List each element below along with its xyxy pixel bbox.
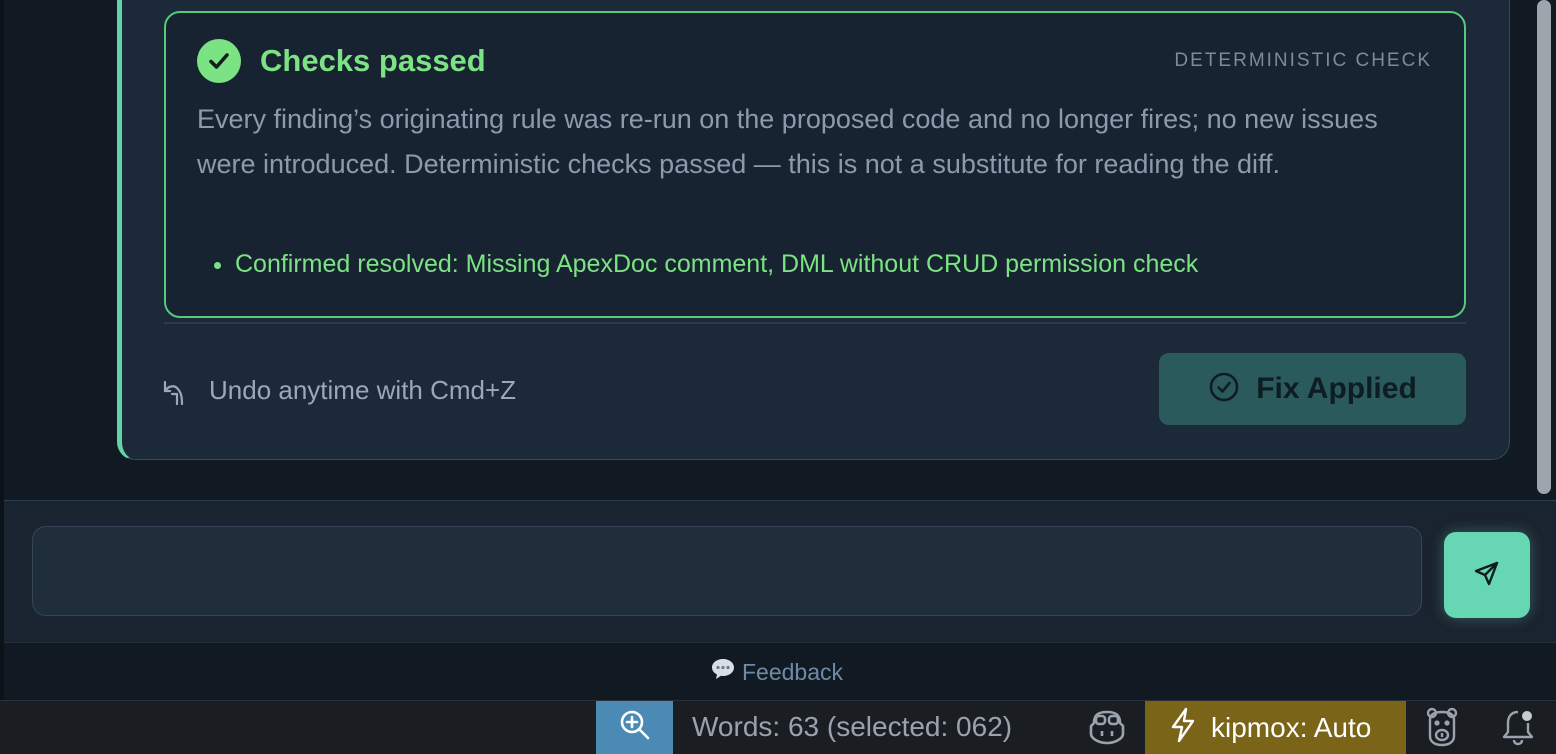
speech-bubble-icon bbox=[710, 656, 736, 688]
scrollbar-thumb[interactable] bbox=[1537, 0, 1551, 494]
feedback-label: Feedback bbox=[742, 658, 844, 685]
checks-description: Every finding’s originating rule was re-… bbox=[197, 104, 1378, 179]
divider bbox=[164, 322, 1466, 324]
list-item: Confirmed resolved: Missing ApexDoc comm… bbox=[235, 246, 1198, 282]
lightning-icon bbox=[1169, 707, 1197, 748]
checks-passed-title: Checks passed bbox=[260, 43, 486, 78]
check-circle-outline-icon bbox=[1208, 371, 1240, 408]
word-count-status[interactable]: Words: 63 (selected: 062) bbox=[692, 708, 1012, 746]
feedback-link[interactable]: Feedback bbox=[710, 657, 843, 687]
model-label: kipmox: Auto bbox=[1211, 711, 1372, 743]
undo-icon bbox=[162, 378, 190, 406]
fix-applied-button[interactable]: Fix Applied bbox=[1159, 353, 1466, 425]
deterministic-check-tag: DETERMINISTIC CHECK bbox=[1174, 50, 1432, 71]
bear-icon[interactable] bbox=[1424, 706, 1460, 748]
resolved-findings-list: Confirmed resolved: Missing ApexDoc comm… bbox=[197, 246, 1198, 282]
send-button[interactable] bbox=[1444, 532, 1530, 618]
zoom-in-icon bbox=[618, 708, 652, 747]
send-icon bbox=[1472, 558, 1502, 593]
model-status-item[interactable]: kipmox: Auto bbox=[1145, 701, 1406, 754]
check-circle-icon bbox=[197, 39, 241, 83]
undo-hint: Undo anytime with Cmd+Z bbox=[209, 375, 517, 405]
zoom-status-item[interactable] bbox=[596, 701, 673, 754]
chat-message-input[interactable] bbox=[32, 526, 1422, 616]
notification-bell-icon[interactable] bbox=[1500, 706, 1536, 748]
fix-applied-label: Fix Applied bbox=[1256, 372, 1417, 405]
copilot-icon[interactable] bbox=[1086, 707, 1128, 747]
